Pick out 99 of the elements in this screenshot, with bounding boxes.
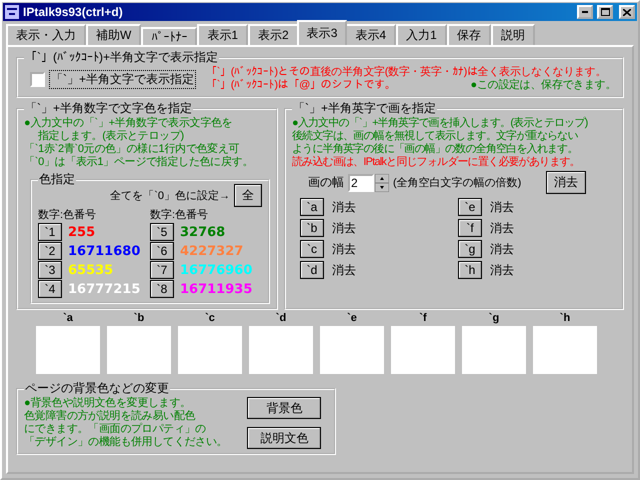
clear-button[interactable]: 消去 [546,171,586,194]
color-button[interactable]: 背景色 [247,397,322,419]
image-status: 消去 [332,220,356,236]
description-text: 「`0」は「表示1」ページで指定した色に戻す。 [24,156,254,169]
color-number: 16711680 [68,244,140,258]
slot-label: `f [419,312,427,324]
image-key-button[interactable]: `b [300,219,324,237]
color-number: 255 [68,224,96,240]
image-slot [249,326,313,374]
width-field[interactable]: 2 [348,174,374,192]
image-key-button[interactable]: `e [458,198,482,216]
width-hint: (全角空白文字の幅の倍数) [393,176,522,190]
reset-label: 全てを「`0」色に設定→ [110,188,230,203]
description-text: 指定します。(表示とテロップ) [37,130,185,143]
tab[interactable]: 入力1 [396,24,447,45]
tab[interactable]: 表示2 [248,24,299,45]
color-number: 32768 [180,224,226,240]
slot-label: `g [488,312,500,324]
close-icon [623,8,631,16]
image-key-button[interactable]: `d [300,261,324,279]
description-text: 「`1赤`2青`0元の色」の様に1行内で色変え可 [24,143,240,156]
color-key-button[interactable]: `2 [38,242,62,260]
image-slot [36,326,100,374]
note-text: ●この設定は、保存できます。 [470,79,616,92]
slot-label: `b [134,312,144,324]
color-key-button[interactable]: `5 [150,223,174,241]
note-text: 「`」(ﾊﾞｯｸｺｰﾄ)は「@」のシフトです。 [206,79,396,92]
color-number: 16776960 [180,262,252,278]
checkbox[interactable] [30,72,45,86]
color-number: 65535 [68,262,114,278]
tab[interactable]: 保存 [446,24,491,45]
color-key-button[interactable]: `7 [150,261,174,279]
tab[interactable]: 表示・入力 [6,24,86,45]
window-title: IPtalk9s93(ctrl+d) [23,5,124,19]
image-key-button[interactable]: `f [458,219,482,237]
group-title: 「`」+半角数字で文字色を指定 [24,100,194,116]
width-label: 画の幅 [308,174,344,191]
image-slot [178,326,242,374]
image-status: 消去 [490,240,514,258]
image-status: 消去 [490,262,514,278]
image-slot [462,326,526,374]
maximize-button[interactable] [597,5,613,19]
slot-label: `a [63,312,73,324]
checkbox-label: 「`」+半角文字で表示指定 [49,70,196,88]
close-button[interactable] [619,5,635,19]
image-status: 消去 [332,240,356,258]
image-key-button[interactable]: `g [458,240,482,258]
minimize-icon [582,11,588,13]
color-button[interactable]: 説明文色 [247,427,322,449]
note-text: 「`」(ﾊﾞｯｸｺｰﾄ)とその直後の半角文字(数字・英字・ｶﾅ)は全く表示しなくなります。 [206,66,606,78]
tab[interactable]: 表示4 [345,24,396,45]
color-key-button[interactable]: `4 [38,280,62,298]
image-slot [533,326,597,374]
description-text: ように半角英字の後に「画の幅」の数の全角空白を入れます。 [292,143,579,156]
spin-arrows-icon[interactable] [375,174,389,192]
image-slot [320,326,384,374]
description-text: 「デザイン」の機能も併用してください。 [24,436,228,449]
image-status: 消去 [332,262,356,278]
image-status: 消去 [490,220,514,236]
description-text: 色覚障害の方が説明を読み易い配色 [24,410,196,422]
description-text: 読み込む画は、IPtalkと同じフォルダーに置く必要があります。 [292,156,581,169]
slot-label: `h [560,312,570,324]
column-header: 数字:色番号 [38,208,98,222]
color-key-button[interactable]: `8 [150,280,174,298]
group-title: 「`」(ﾊﾞｯｸｺｰﾄ)+半角文字で表示指定 [24,49,219,66]
image-status: 消去 [490,198,514,216]
app-icon [5,5,19,19]
color-number: 16711935 [180,282,252,296]
slot-label: `c [205,312,215,324]
image-key-button[interactable]: `a [300,198,324,216]
group-title: 色指定 [38,171,76,188]
tab[interactable]: 補助W [86,24,142,45]
color-key-button[interactable]: `1 [38,223,62,241]
maximize-icon [600,8,610,16]
description-text: ●入力文中の「`」+半角英字で画を挿入します。(表示とテロップ) [292,117,589,130]
description-text: ●背景色や説明文色を変更します。 [24,397,192,410]
reset-all-button[interactable]: 全 [234,184,262,207]
group-title: 「`」+半角英字で画を指定 [292,100,438,116]
description-text: 後続文字は、画の幅を無視して表示します。文字が重ならない [292,130,579,142]
tab[interactable]: ﾊﾟｰﾄﾅｰ [141,27,198,45]
column-header: 数字:色番号 [150,208,210,222]
image-key-button[interactable]: `h [458,261,482,279]
minimize-button[interactable] [577,5,593,19]
color-number: 16777215 [68,282,140,296]
slot-label: `d [276,312,286,324]
image-key-button[interactable]: `c [300,240,324,258]
description-text: にできます。「画面のプロパティ」の [24,423,207,436]
color-key-button[interactable]: `6 [150,242,174,260]
image-slot [391,326,455,374]
description-text: ●入力文中の「`」+半角数字で表示文字色を [24,117,234,130]
tab[interactable]: 表示1 [197,24,248,45]
tab[interactable]: 説明 [490,24,535,45]
color-key-button[interactable]: `3 [38,261,62,279]
image-slot [107,326,171,374]
color-number: 4227327 [180,244,244,258]
image-status: 消去 [332,198,356,216]
tab[interactable]: 表示3 [296,20,348,45]
slot-label: `e [347,312,357,324]
group-title: ページの背景色などの変更 [24,380,170,396]
